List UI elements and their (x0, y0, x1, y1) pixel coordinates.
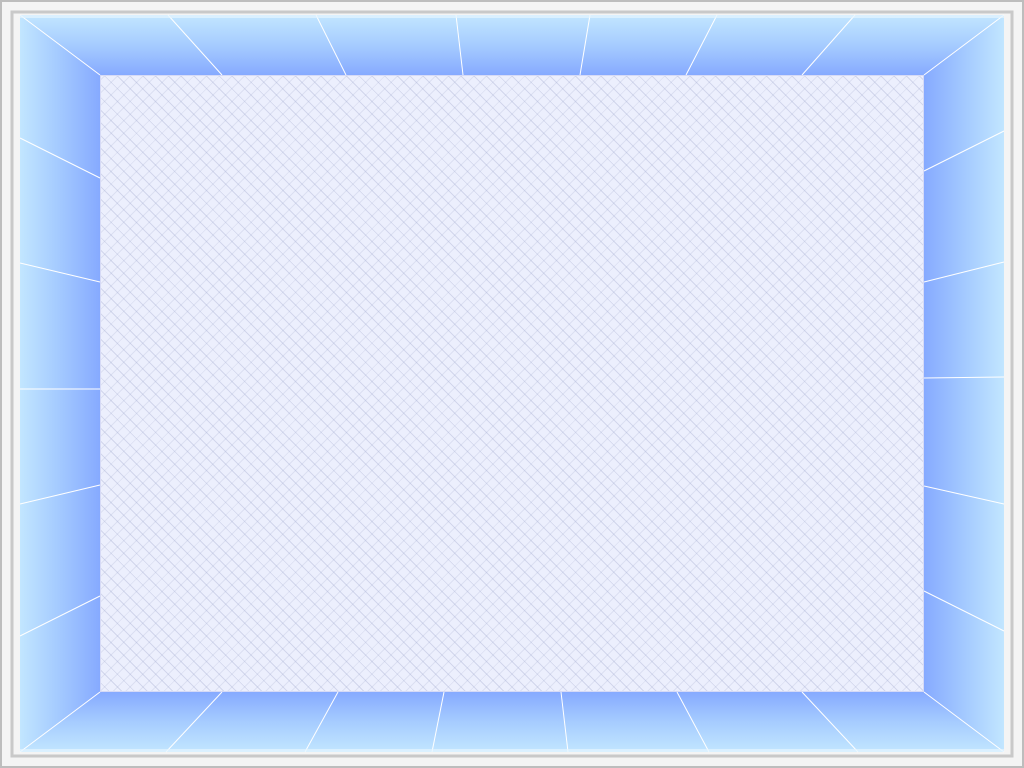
frame-bottom-face (20, 692, 1004, 752)
frame-highlight-top (20, 15, 1004, 18)
frame-highlight-bottom (20, 749, 1004, 752)
frame-top-face (20, 15, 1004, 75)
frame-left-face (20, 15, 100, 752)
frame-right-face (924, 15, 1004, 752)
slide-canvas (0, 0, 1024, 768)
content-panel (100, 75, 924, 692)
